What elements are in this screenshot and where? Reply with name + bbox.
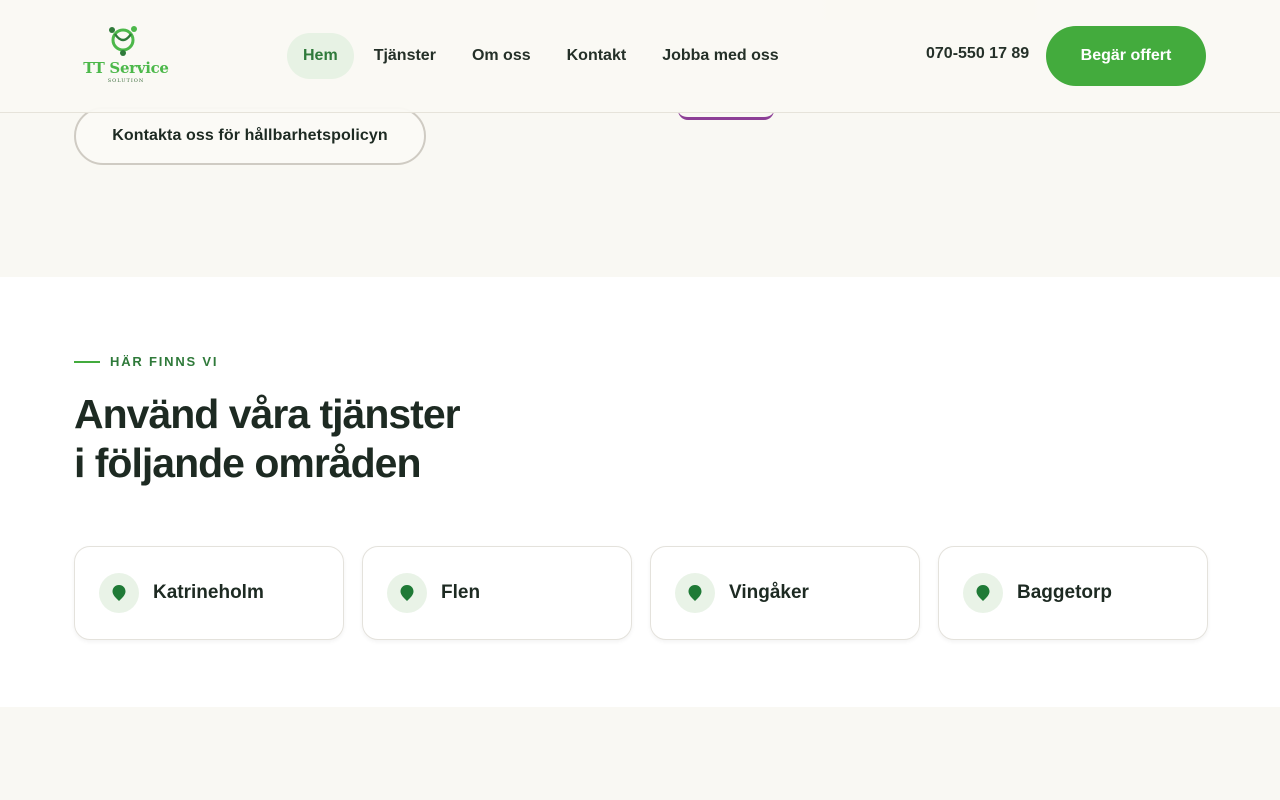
location-card-katrineholm[interactable]: Katrineholm	[74, 546, 344, 640]
logo-subtext: SOLUTION	[107, 78, 145, 84]
nav-item-jobba-med-oss[interactable]: Jobba med oss	[646, 33, 794, 79]
location-label: Flen	[441, 582, 481, 603]
location-label: Baggetorp	[1017, 582, 1112, 603]
logo-text: TT Service	[83, 59, 169, 77]
logo-icon	[109, 26, 137, 56]
eyebrow-text: HÄR FINNS VI	[110, 354, 219, 369]
location-cards: Katrineholm Flen Vingåker Baggetorp	[74, 546, 1208, 640]
location-card-flen[interactable]: Flen	[362, 546, 632, 640]
nav-item-hem[interactable]: Hem	[287, 33, 354, 79]
map-pin-icon	[963, 573, 1003, 613]
nav-item-tjanster[interactable]: Tjänster	[358, 33, 452, 79]
section-eyebrow: HÄR FINNS VI	[74, 354, 218, 369]
main-nav: Hem Tjänster Om oss Kontakt Jobba med os…	[287, 33, 795, 79]
locations-section: HÄR FINNS VI Använd våra tjänster i följ…	[0, 277, 1280, 707]
location-label: Vingåker	[729, 582, 809, 603]
nav-item-kontakt[interactable]: Kontakt	[551, 33, 643, 79]
map-pin-icon	[99, 573, 139, 613]
site-header: TT Service SOLUTION Hem Tjänster Om oss …	[0, 0, 1280, 113]
map-pin-icon	[387, 573, 427, 613]
request-quote-button[interactable]: Begär offert	[1046, 26, 1206, 86]
location-label: Katrineholm	[153, 582, 264, 603]
eyebrow-line	[74, 360, 100, 363]
nav-item-om-oss[interactable]: Om oss	[456, 33, 547, 79]
map-pin-icon	[675, 573, 715, 613]
phone-link[interactable]: 070-550 17 89	[926, 45, 1029, 63]
location-card-vingaker[interactable]: Vingåker	[650, 546, 920, 640]
sustainability-policy-button[interactable]: Kontakta oss för hållbarhetspolicyn	[74, 107, 426, 165]
location-card-baggetorp[interactable]: Baggetorp	[938, 546, 1208, 640]
section-title: Använd våra tjänster i följande områden	[74, 390, 594, 488]
section-title-line-1: Använd våra tjänster	[74, 391, 461, 437]
next-section	[0, 707, 1280, 800]
logo[interactable]: TT Service SOLUTION	[76, 24, 176, 88]
section-title-line-2: i följande områden	[74, 440, 422, 486]
